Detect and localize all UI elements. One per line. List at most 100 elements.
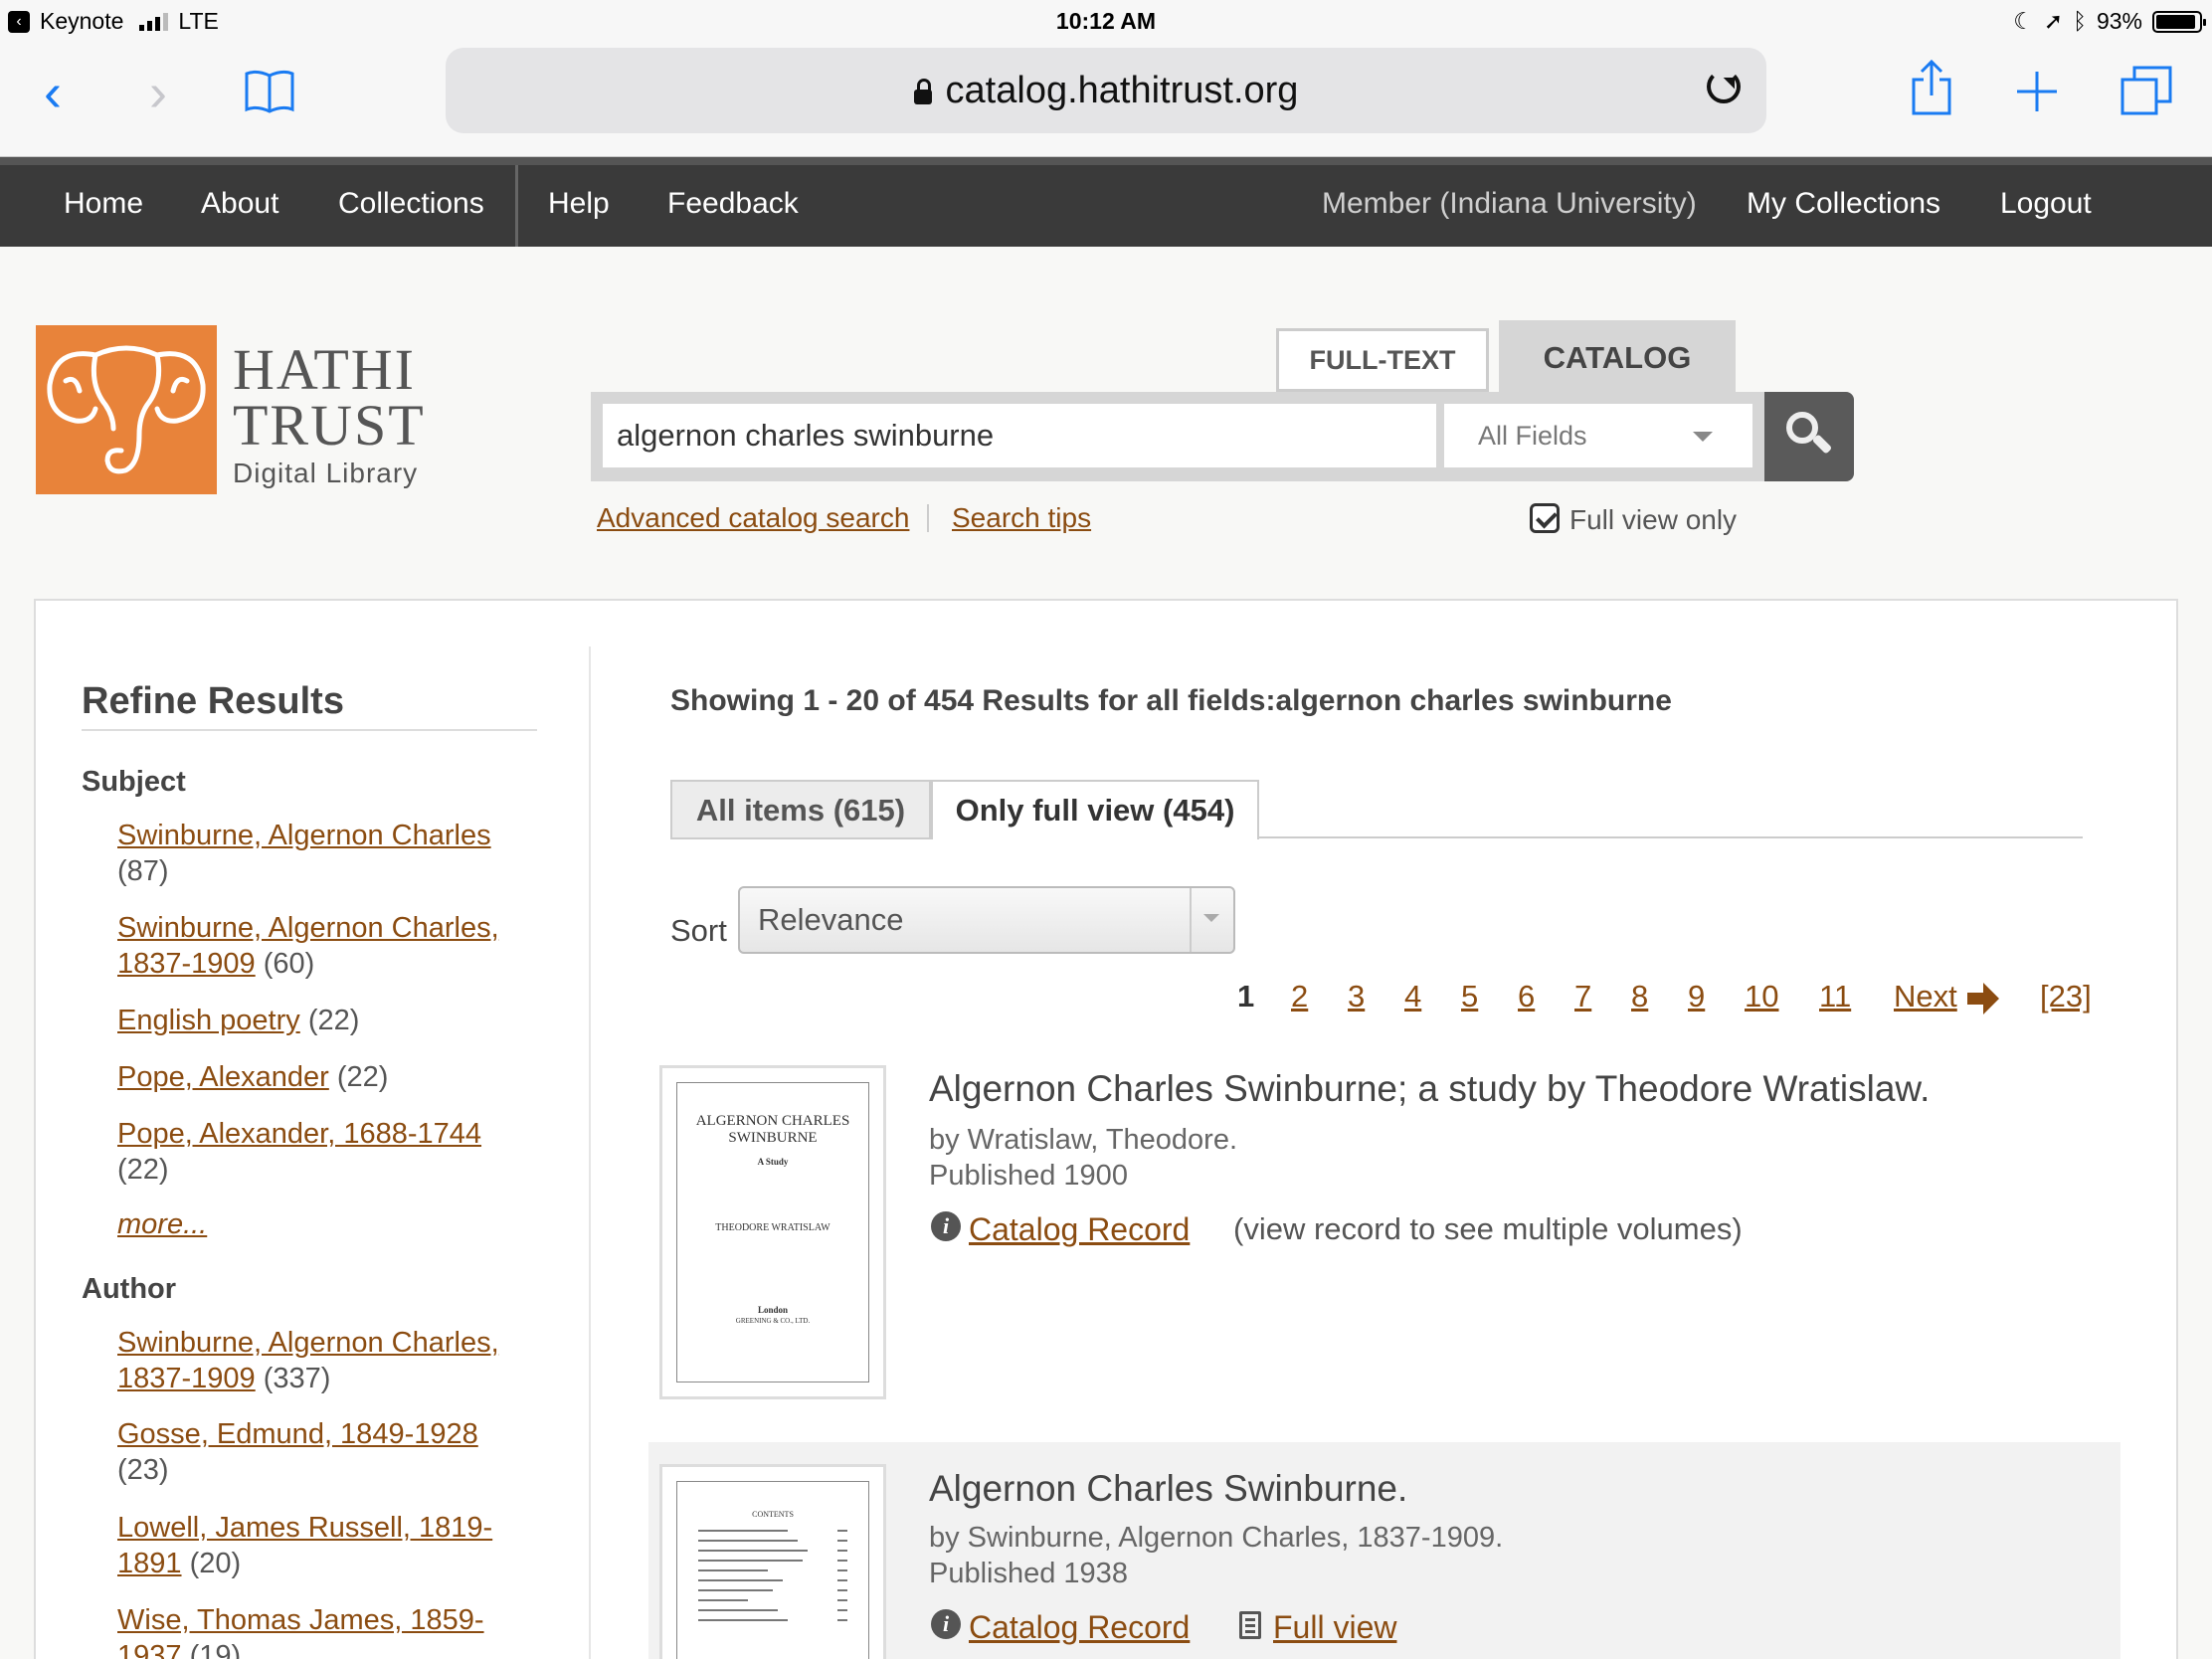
facet-link[interactable]: Swinburne, Algernon Charles	[117, 820, 491, 851]
facet-link[interactable]: Gosse, Edmund, 1849-1928	[117, 1418, 478, 1450]
thumb-text: A Study	[757, 1157, 789, 1167]
hathitrust-elephant-logo-icon[interactable]	[36, 325, 217, 494]
facet-count: (20)	[189, 1548, 242, 1579]
thumbnail-page: ALGERNON CHARLES SWINBURNE A Study THEOD…	[676, 1082, 869, 1382]
facet-item: Pope, Alexander (22)	[117, 1059, 535, 1095]
location-icon: ➚	[2043, 8, 2064, 34]
facet-count: (23)	[117, 1454, 169, 1486]
thumb-contents-lines	[698, 1530, 847, 1621]
page-link[interactable]: 4	[1404, 979, 1421, 1014]
tab-full-text[interactable]: FULL-TEXT	[1276, 328, 1489, 392]
tab-catalog[interactable]: CATALOG	[1499, 320, 1736, 394]
search-field-select[interactable]: All Fields	[1444, 404, 1752, 467]
facet-link[interactable]: Lowell, James Russell, 1819-1891	[117, 1512, 492, 1579]
browser-toolbar: ‹ › catalog.hathitrust.org	[0, 40, 2212, 157]
arrow-right-icon	[1966, 982, 1999, 1014]
nav-help[interactable]: Help	[548, 187, 610, 221]
catalog-record-link[interactable]: Catalog Record	[969, 1609, 1190, 1646]
page-current: 1	[1237, 979, 1255, 1014]
info-icon: i	[931, 1211, 961, 1241]
full-view-only-checkbox[interactable]	[1530, 503, 1560, 533]
page-link[interactable]: 6	[1518, 979, 1535, 1014]
moon-icon: ☾	[2013, 8, 2034, 34]
url-text[interactable]: catalog.hathitrust.org	[446, 70, 1766, 112]
catalog-record-link[interactable]: Catalog Record	[969, 1211, 1190, 1248]
full-view-link[interactable]: Full view	[1273, 1609, 1396, 1646]
facet-item: Gosse, Edmund, 1849-1928 (23)	[117, 1416, 535, 1488]
search-tips-link[interactable]: Search tips	[952, 502, 1091, 534]
page-link[interactable]: 9	[1688, 979, 1705, 1014]
nav-my-collections[interactable]: My Collections	[1747, 187, 1940, 221]
facet-more-link[interactable]: more...	[117, 1208, 207, 1241]
reload-icon[interactable]	[1707, 70, 1741, 103]
thumbnail-page: CONTENTS	[676, 1481, 869, 1659]
search-button[interactable]	[1764, 392, 1854, 481]
facet-count: (22)	[307, 1005, 360, 1036]
share-icon[interactable]	[1910, 60, 1953, 115]
search-bar: algernon charles swinburne All Fields	[591, 392, 1766, 481]
result-thumbnail[interactable]: CONTENTS	[659, 1464, 886, 1659]
facet-link[interactable]: English poetry	[117, 1005, 300, 1036]
facet-link[interactable]: Wise, Thomas James, 1859-1937	[117, 1604, 484, 1659]
facet-item: Lowell, James Russell, 1819-1891 (20)	[117, 1510, 535, 1581]
result-published: Published 1938	[929, 1558, 1128, 1589]
select-separator	[1190, 888, 1192, 952]
hathitrust-wordmark[interactable]: HATHI TRUST Digital Library	[233, 341, 426, 489]
facet-link[interactable]: Pope, Alexander	[117, 1061, 329, 1093]
forward-chevron-icon[interactable]: ›	[149, 66, 167, 119]
new-tab-plus-icon[interactable]	[2015, 70, 2059, 113]
full-view-only-label[interactable]: Full view only	[1569, 504, 1737, 536]
page-link[interactable]: 2	[1291, 979, 1308, 1014]
page-link[interactable]: 5	[1461, 979, 1478, 1014]
result-title[interactable]: Algernon Charles Swinburne; a study by T…	[929, 1068, 1930, 1110]
sort-value: Relevance	[758, 902, 904, 937]
result-title[interactable]: Algernon Charles Swinburne.	[929, 1468, 1407, 1510]
nav-divider	[515, 165, 518, 247]
status-time: 10:12 AM	[1055, 8, 1157, 34]
page-link[interactable]: 8	[1631, 979, 1648, 1014]
page-link[interactable]: 7	[1574, 979, 1591, 1014]
nav-home[interactable]: Home	[64, 187, 143, 221]
battery-percent: 93%	[2096, 8, 2142, 34]
advanced-search-link[interactable]: Advanced catalog search	[597, 502, 909, 534]
sort-select[interactable]: Relevance	[738, 886, 1235, 954]
nav-logout[interactable]: Logout	[2000, 187, 2092, 221]
back-chevron-icon[interactable]: ‹	[44, 66, 62, 119]
tabs-overview-icon[interactable]	[2120, 66, 2172, 115]
nav-feedback[interactable]: Feedback	[667, 187, 799, 221]
result-published: Published 1900	[929, 1160, 1128, 1192]
nav-collections[interactable]: Collections	[338, 187, 484, 221]
facet-link[interactable]: Pope, Alexander, 1688-1744	[117, 1118, 481, 1150]
result-note: (view record to see multiple volumes)	[1233, 1211, 1743, 1246]
url-label: catalog.hathitrust.org	[945, 70, 1299, 111]
result-author: by Wratislaw, Theodore.	[929, 1124, 1238, 1156]
next-page-link[interactable]: Next	[1894, 979, 1999, 1014]
tab-only-full-view[interactable]: Only full view (454)	[931, 780, 1259, 839]
facet-item: Pope, Alexander, 1688-1744 (22)	[117, 1116, 535, 1188]
nav-about[interactable]: About	[201, 187, 278, 221]
facet-count: (19)	[189, 1640, 242, 1659]
result-thumbnail[interactable]: ALGERNON CHARLES SWINBURNE A Study THEOD…	[659, 1065, 886, 1399]
refine-results-title: Refine Results	[82, 680, 344, 722]
thumb-text: CONTENTS	[752, 1510, 794, 1519]
facet-heading-author: Author	[82, 1273, 177, 1305]
logo-line-digital-library: Digital Library	[233, 458, 419, 488]
thumb-text: SWINBURNE	[728, 1130, 818, 1146]
page-link[interactable]: 3	[1348, 979, 1365, 1014]
facet-item: Wise, Thomas James, 1859-1937 (19)	[117, 1602, 535, 1659]
facet-heading-subject: Subject	[82, 766, 186, 798]
last-page-link[interactable]: [23]	[2040, 979, 2092, 1014]
facet-item: English poetry (22)	[117, 1003, 535, 1038]
page-link[interactable]: 10	[1745, 979, 1778, 1014]
page-link[interactable]: 11	[1819, 979, 1851, 1014]
bookmarks-icon[interactable]	[243, 68, 296, 113]
tab-all-items[interactable]: All items (615)	[670, 780, 931, 839]
facet-item: Swinburne, Algernon Charles, 1837-1909 (…	[117, 910, 535, 982]
lock-icon	[913, 79, 932, 104]
facet-item: Swinburne, Algernon Charles (87)	[117, 818, 535, 889]
address-bar[interactable]: catalog.hathitrust.org	[446, 48, 1766, 133]
search-input[interactable]: algernon charles swinburne	[603, 404, 1436, 467]
facet-count: (337)	[263, 1363, 331, 1394]
tabs-rule	[1259, 836, 2083, 838]
nav-member[interactable]: Member (Indiana University)	[1322, 187, 1697, 221]
